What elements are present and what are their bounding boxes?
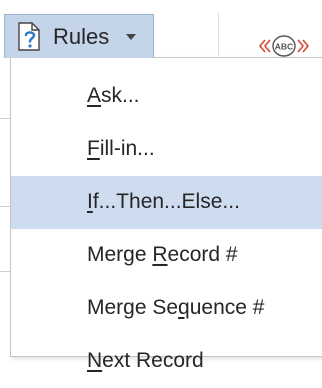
document-question-icon (18, 22, 40, 51)
menu-item-label: Merge Record # (87, 243, 238, 266)
caret-down-icon (126, 34, 136, 40)
menu-item-label: If...Then...Else... (87, 190, 240, 213)
ribbon-divider (218, 12, 219, 56)
insert-merge-field-icon[interactable]: ABC (258, 33, 310, 59)
menu-item-label: Fill-in... (87, 137, 155, 160)
menu-item-label: Ask... (87, 84, 140, 107)
background-line (0, 118, 10, 119)
menu-item-next-record[interactable]: Next Record (11, 335, 322, 388)
rules-button[interactable]: Rules (4, 14, 154, 58)
menu-item-label: Merge Sequence # (87, 296, 265, 319)
menu-item-merge-sequence[interactable]: Merge Sequence # (11, 282, 322, 335)
background-line (0, 206, 10, 207)
menu-item-fill-in[interactable]: Fill-in... (11, 123, 322, 176)
rules-dropdown-menu: Ask... Fill-in... If...Then...Else... Me… (10, 57, 322, 372)
background-line (0, 271, 10, 272)
menu-items: Ask... Fill-in... If...Then...Else... Me… (11, 70, 322, 388)
menu-item-if-then-else[interactable]: If...Then...Else... (11, 176, 322, 229)
menu-item-ask[interactable]: Ask... (11, 70, 322, 123)
svg-text:ABC: ABC (275, 42, 293, 52)
menu-item-merge-record[interactable]: Merge Record # (11, 229, 322, 282)
rules-button-label: Rules (53, 24, 110, 49)
